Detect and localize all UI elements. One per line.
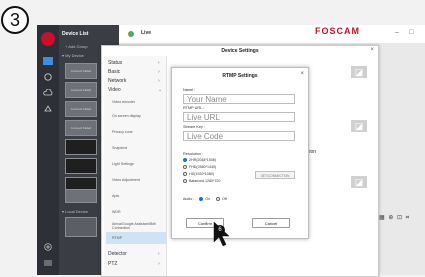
chevron-down-icon: ⌄ — [158, 87, 163, 93]
radio-icon — [183, 179, 187, 184]
rtmp-settings-dialog: RTMP Settings × Name : RTMP URL : Stream… — [171, 67, 309, 239]
audio-off-radio[interactable] — [216, 197, 220, 202]
cloud-icon[interactable] — [43, 89, 53, 97]
app-logo-icon — [41, 32, 55, 46]
audio-off-label[interactable]: Off — [222, 197, 227, 201]
device-thumbnail[interactable] — [65, 189, 97, 203]
device-thumbnail[interactable]: Connect Failed — [65, 82, 97, 98]
radio-icon — [183, 158, 187, 163]
playback-icon[interactable] — [43, 73, 53, 81]
add-icon[interactable] — [43, 243, 53, 251]
device-thumbnail[interactable] — [65, 139, 97, 155]
rtmp-settings-title: RTMP Settings — [222, 73, 258, 79]
rtmp-close-button[interactable]: × — [300, 71, 304, 77]
device-settings-close-button[interactable]: × — [370, 47, 374, 53]
resolution-option[interactable]: Balanced 1280*720 — [183, 179, 220, 184]
video-sub-item[interactable]: Alexa/Google Assistant/Bell Connection — [112, 222, 162, 230]
chevron-right-icon: › — [158, 261, 160, 267]
video-sub-item[interactable]: Light Settings — [112, 162, 134, 166]
chevron-right-icon: › — [158, 60, 160, 66]
device-list-title: Device List — [62, 31, 89, 37]
menu-network[interactable]: Network — [108, 78, 126, 84]
menu-detector[interactable]: Detector — [108, 251, 127, 257]
view-layout-icons[interactable]: ▦ ⊕ ⊡ ⌗ — [379, 214, 410, 222]
video-sub-item[interactable]: Privacy zone — [112, 130, 133, 134]
menu-basic[interactable]: Basic — [108, 69, 120, 75]
get-resolution-button[interactable]: GET/CONNECTION — [255, 171, 295, 179]
chevron-right-icon: › — [158, 251, 160, 257]
local-device-thumbnail[interactable] — [65, 217, 97, 237]
brand-logo: FOSCAM — [315, 26, 360, 36]
camera-off-icon: ◪ — [351, 120, 367, 132]
chevron-right-icon: › — [158, 78, 160, 84]
cancel-button[interactable]: Cancel — [252, 218, 290, 228]
live-status-icon — [128, 31, 134, 37]
settings-menu: Status › Basic › Network › Video ⌄ Video… — [104, 56, 167, 276]
device-thumbnail[interactable]: Connect Failed — [65, 120, 97, 136]
name-input[interactable] — [183, 94, 295, 104]
resolution-option[interactable]: 2HR(2048*1536) — [183, 158, 216, 163]
stream-key-label: Stream Key : — [183, 125, 205, 129]
camera-off-icon: ◪ — [351, 176, 367, 188]
video-sub-item[interactable]: Snapshot — [112, 146, 127, 150]
top-bar: Live FOSCAM – □ — [119, 25, 425, 44]
audio-label: Audio : — [183, 197, 195, 201]
resolution-label: Resolution : — [183, 152, 204, 156]
rtmp-url-input[interactable] — [183, 112, 295, 122]
chevron-right-icon: › — [158, 69, 160, 75]
radio-icon — [183, 172, 187, 177]
device-thumbnail[interactable]: Connect Failed — [65, 63, 97, 79]
local-device-group[interactable]: ▾ Local Device — [62, 209, 88, 214]
left-rail — [37, 25, 59, 275]
device-settings-title: Device Settings — [221, 48, 259, 54]
video-sub-item[interactable]: Video encoder — [112, 100, 135, 104]
menu-status[interactable]: Status — [108, 60, 122, 66]
video-sub-item[interactable]: Video Adjustment — [112, 178, 140, 182]
menu-ptz[interactable]: PTZ — [108, 261, 117, 267]
radio-icon — [183, 165, 187, 170]
my-device-group[interactable]: ▾ My Device — [62, 53, 84, 58]
minimize-button[interactable]: – — [395, 29, 399, 36]
audio-row: Audio : On Off — [183, 197, 227, 202]
resolution-option[interactable]: FHD(2560*1440) — [183, 165, 216, 170]
video-sub-item[interactable]: On screen display — [112, 114, 141, 118]
video-sub-item-rtmp[interactable]: RTMP — [112, 236, 122, 240]
add-group-link[interactable]: + Add Group — [65, 44, 88, 49]
video-sub-item[interactable]: WDR — [112, 210, 121, 214]
video-sub-item[interactable]: Apts — [112, 194, 119, 198]
live-view-icon[interactable] — [43, 57, 53, 65]
step-sub-badge: 6 — [215, 225, 225, 235]
audio-on-label[interactable]: On — [205, 197, 210, 201]
audio-on-radio[interactable] — [199, 197, 204, 202]
device-thumbnail[interactable] — [65, 158, 97, 174]
device-thumbnail[interactable]: Connect Failed — [65, 101, 97, 117]
menu-icon[interactable] — [43, 259, 53, 267]
name-label: Name : — [183, 88, 196, 92]
maximize-button[interactable]: □ — [409, 29, 413, 36]
notification-icon[interactable] — [43, 105, 53, 113]
menu-video[interactable]: Video — [108, 87, 121, 93]
resolution-option[interactable]: HD(1920*1080) — [183, 172, 214, 177]
stream-key-input[interactable] — [183, 131, 295, 141]
rtmp-url-label: RTMP URL : — [183, 106, 205, 110]
step-number-badge: 3 — [1, 6, 29, 34]
camera-off-icon: ◪ — [351, 66, 367, 78]
live-tab-label[interactable]: Live — [141, 30, 151, 36]
camera-strip: ◪ ◪ ◪ — [347, 58, 377, 208]
